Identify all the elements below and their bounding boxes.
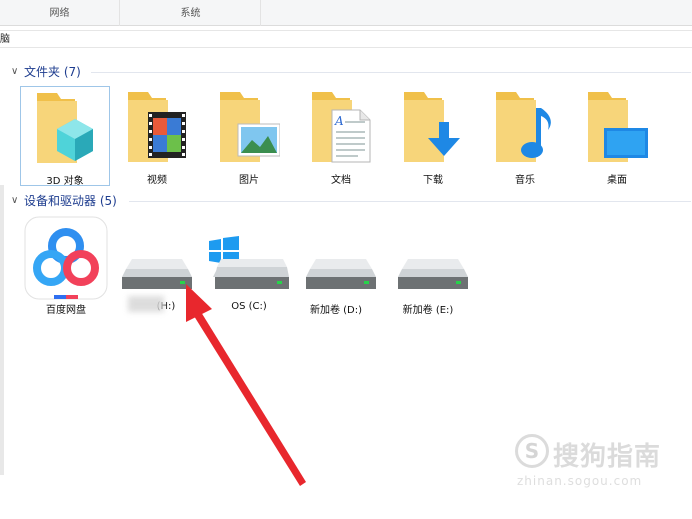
sogou-watermark: S 搜狗指南 zhinan.sogou.com: [513, 430, 688, 500]
file-explorer-window: 网络 系统 电脑 ∨ 文件夹 (7) 3D 对象: [0, 0, 692, 519]
watermark-url: zhinan.sogou.com: [517, 474, 643, 488]
sogou-logo-icon: S: [515, 434, 549, 468]
watermark-text: 搜狗指南: [553, 442, 662, 472]
